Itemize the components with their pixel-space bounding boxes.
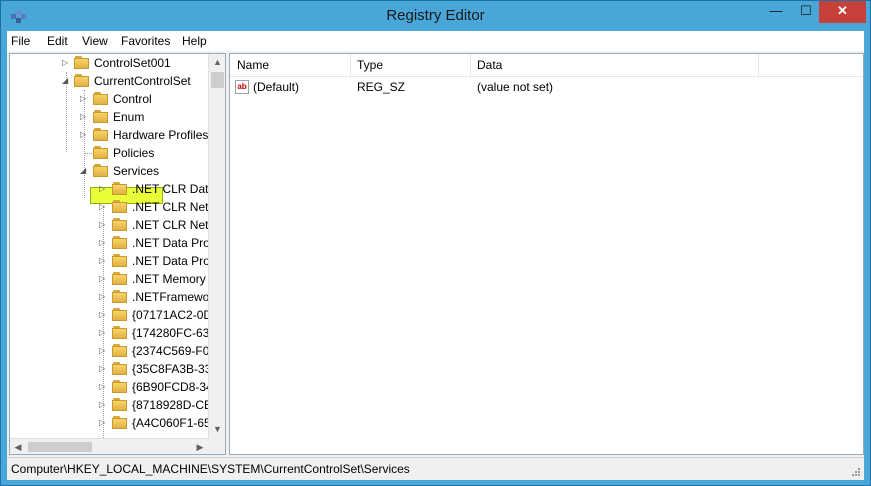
tree-item-label: .NETFramewo — [132, 290, 208, 304]
tree-item-label: Enum — [113, 110, 145, 124]
folder-icon — [112, 290, 128, 303]
expand-icon[interactable]: ▷ — [99, 274, 107, 284]
client-area: File Edit View Favorites Help ▷ ControlS… — [7, 31, 864, 480]
column-header: Name Type Data — [230, 54, 863, 77]
scrollbar-corner — [208, 438, 225, 454]
scroll-left-icon[interactable]: ◀ — [10, 439, 26, 454]
expand-icon[interactable]: ▷ — [99, 346, 107, 356]
expand-icon[interactable]: ▷ — [99, 400, 107, 410]
maximize-button[interactable]: ☐ — [791, 1, 821, 23]
tree-item-label: .NET Data Prov — [132, 236, 208, 250]
expand-icon[interactable]: ▷ — [99, 310, 107, 320]
folder-icon — [93, 92, 109, 105]
expand-icon[interactable]: ▷ — [80, 130, 88, 140]
folder-icon — [112, 362, 128, 375]
expand-icon[interactable]: ▷ — [99, 256, 107, 266]
folder-icon — [112, 416, 128, 429]
scroll-up-icon[interactable]: ▲ — [209, 54, 225, 71]
expand-icon[interactable]: ▷ — [99, 364, 107, 374]
collapse-icon[interactable]: ◢ — [80, 166, 88, 176]
tree-item-label: .NET CLR Data — [132, 182, 208, 196]
folder-icon — [93, 110, 109, 123]
tree-item-label: Policies — [113, 146, 155, 160]
collapse-icon[interactable]: ◢ — [62, 76, 70, 86]
expand-icon[interactable]: ▷ — [80, 112, 88, 122]
tree-item-label: ControlSet001 — [94, 56, 171, 70]
folder-open-icon — [93, 164, 109, 177]
tree-item-label: {2374C569-F0E — [132, 344, 208, 358]
tree-vertical-scrollbar[interactable]: ▲ ▼ — [208, 54, 225, 438]
folder-icon — [112, 272, 128, 285]
folder-icon — [112, 398, 128, 411]
menu-view[interactable]: View — [82, 34, 108, 48]
folder-icon — [112, 380, 128, 393]
expand-icon[interactable]: ▷ — [99, 202, 107, 212]
expand-icon[interactable]: ▷ — [99, 328, 107, 338]
folder-icon — [112, 344, 128, 357]
tree-item-label: Hardware Profiles — [113, 128, 208, 142]
status-bar: Computer\HKEY_LOCAL_MACHINE\SYSTEM\Curre… — [7, 457, 864, 480]
status-path: Computer\HKEY_LOCAL_MACHINE\SYSTEM\Curre… — [11, 462, 410, 476]
key-tree-pane[interactable]: ▷ ControlSet001 ◢ CurrentControlSet ▷ Co… — [9, 53, 226, 455]
tree-item-label: .NET Memory — [132, 272, 206, 286]
column-name[interactable]: Name — [237, 58, 269, 72]
expand-icon[interactable]: ▷ — [62, 58, 70, 68]
tree-item-label: {174280FC-636 — [132, 326, 208, 340]
folder-open-icon — [74, 74, 90, 87]
menu-favorites[interactable]: Favorites — [121, 34, 170, 48]
folder-icon — [74, 56, 90, 69]
value-type: REG_SZ — [357, 80, 406, 94]
folder-icon — [112, 254, 128, 267]
menu-bar: File Edit View Favorites Help — [7, 31, 864, 51]
folder-icon — [112, 326, 128, 339]
expand-icon[interactable]: ▷ — [80, 94, 88, 104]
scroll-thumb[interactable] — [28, 442, 92, 452]
folder-icon — [112, 236, 128, 249]
column-type[interactable]: Type — [357, 58, 383, 72]
minimize-button[interactable]: — — [761, 1, 791, 23]
resize-grip-icon[interactable] — [851, 467, 861, 477]
tree-item-label: .NET Data Prov — [132, 254, 208, 268]
tree-item-label: Services — [113, 164, 160, 178]
table-row[interactable]: ab (Default) REG_SZ (value not set) — [230, 79, 863, 97]
tree-item-label: .NET CLR Netw — [132, 200, 208, 214]
expand-icon[interactable]: ▷ — [99, 220, 107, 230]
tree-item-label: {07171AC2-0D — [132, 308, 208, 322]
string-value-icon: ab — [235, 80, 249, 94]
tree-item-label: .NET CLR Netw — [132, 218, 208, 232]
folder-icon — [112, 308, 128, 321]
tree-item-label: CurrentControlSet — [94, 74, 191, 88]
values-list-pane[interactable]: Name Type Data ab (Default) REG_SZ (valu… — [229, 53, 864, 455]
menu-help[interactable]: Help — [182, 34, 207, 48]
menu-file[interactable]: File — [11, 34, 30, 48]
expand-icon[interactable]: ▷ — [99, 184, 107, 194]
menu-edit[interactable]: Edit — [47, 34, 68, 48]
folder-icon — [93, 146, 109, 159]
tree-horizontal-scrollbar[interactable]: ◀ ▶ — [10, 438, 208, 454]
key-tree: ▷ ControlSet001 ◢ CurrentControlSet ▷ Co… — [10, 54, 208, 438]
expand-icon[interactable]: ▷ — [99, 382, 107, 392]
close-button[interactable]: ✕ — [819, 1, 866, 23]
tree-item-label: {6B90FCD8-34 — [132, 380, 208, 394]
expand-icon[interactable]: ▷ — [99, 238, 107, 248]
expand-icon[interactable]: ▷ — [99, 292, 107, 302]
scroll-thumb[interactable] — [211, 72, 224, 88]
folder-icon — [112, 218, 128, 231]
folder-icon — [112, 182, 128, 195]
expand-icon[interactable]: ▷ — [99, 418, 107, 428]
column-data[interactable]: Data — [477, 58, 502, 72]
folder-icon — [112, 200, 128, 213]
registry-editor-window: Registry Editor — ☐ ✕ File Edit View Fav… — [0, 0, 871, 486]
scroll-down-icon[interactable]: ▼ — [209, 421, 225, 438]
folder-icon — [93, 128, 109, 141]
window-title: Registry Editor — [386, 7, 485, 24]
value-name: (Default) — [253, 80, 300, 94]
value-data: (value not set) — [477, 80, 554, 94]
tree-item-label: {8718928D-CB — [132, 398, 208, 412]
title-bar[interactable]: Registry Editor — ☐ ✕ — [1, 1, 870, 31]
tree-item-label: Control — [113, 92, 152, 106]
tree-item-label: {A4C060F1-65 — [132, 416, 208, 430]
tree-item-label: {35C8FA3B-33 — [132, 362, 208, 376]
scroll-right-icon[interactable]: ▶ — [192, 439, 208, 454]
